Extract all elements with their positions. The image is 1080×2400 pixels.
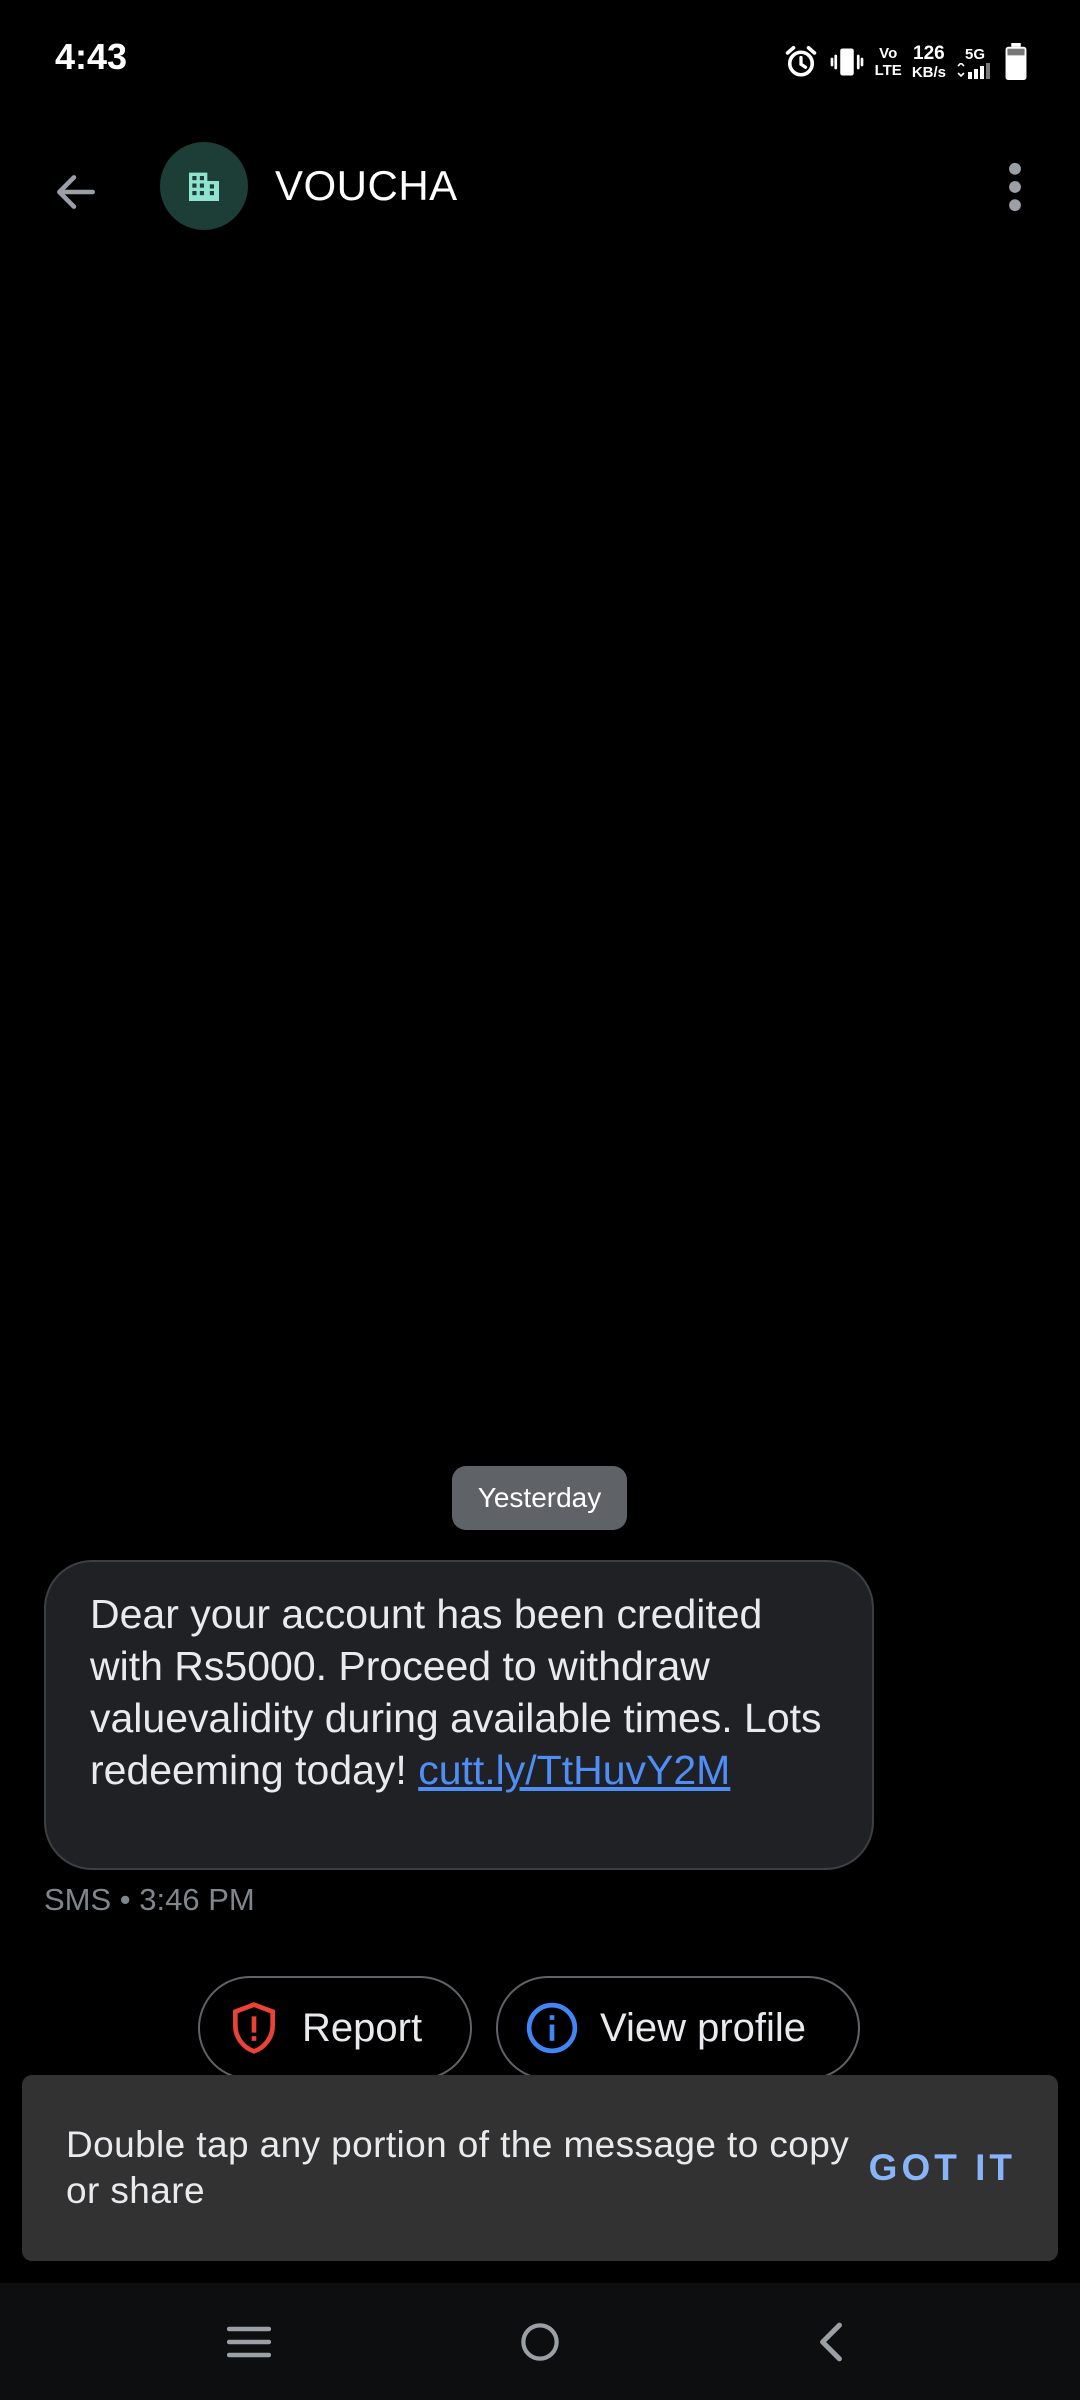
app-bar: VOUCHA — [0, 120, 1080, 254]
report-button[interactable]: Report — [198, 1976, 472, 2080]
info-icon — [526, 2002, 578, 2054]
back-button[interactable] — [36, 152, 116, 232]
recents-button[interactable] — [214, 2307, 284, 2377]
nav-back-button[interactable] — [796, 2307, 866, 2377]
contact-name[interactable]: VOUCHA — [275, 162, 458, 210]
view-profile-label: View profile — [600, 2005, 807, 2050]
got-it-button[interactable]: GOT IT — [869, 2147, 1016, 2189]
report-label: Report — [302, 2005, 423, 2050]
network-speed: 126 KB/s — [911, 42, 946, 81]
snackbar-message: Double tap any portion of the message to… — [66, 2124, 850, 2211]
recents-icon — [227, 2326, 271, 2358]
date-separator: Yesterday — [452, 1466, 627, 1530]
back-nav-icon — [820, 2322, 842, 2362]
message-bubble[interactable]: Dear your account has been credited with… — [44, 1560, 874, 1870]
vibrate-icon — [829, 44, 865, 80]
signal-icon — [957, 62, 990, 79]
arrow-back-icon — [57, 175, 95, 209]
message-link[interactable]: cutt.ly/TtHuvY2M — [418, 1747, 730, 1793]
avatar[interactable] — [160, 142, 248, 230]
status-bar: 4:43 Vo LTE 126 KB/s 5G — [0, 0, 1080, 120]
status-time: 4:43 — [55, 36, 128, 77]
navigation-bar — [0, 2283, 1080, 2400]
alarm-icon — [783, 44, 819, 80]
volte-indicator: Vo LTE — [874, 45, 902, 79]
signal-indicator: 5G — [956, 46, 994, 79]
battery-icon — [1004, 43, 1028, 81]
business-building-icon — [189, 172, 219, 201]
network-type: 5G — [964, 45, 985, 63]
more-vert-icon — [1009, 162, 1021, 212]
status-icons: Vo LTE 126 KB/s 5G — [783, 38, 1028, 86]
shield-warning-icon — [233, 2002, 275, 2054]
view-profile-button[interactable]: View profile — [496, 1976, 860, 2080]
snackbar: Double tap any portion of the message to… — [22, 2075, 1058, 2261]
more-options-button[interactable] — [980, 152, 1050, 222]
home-button[interactable] — [505, 2307, 575, 2377]
message-timestamp: SMS • 3:46 PM — [44, 1882, 255, 1917]
home-icon — [521, 2323, 559, 2361]
